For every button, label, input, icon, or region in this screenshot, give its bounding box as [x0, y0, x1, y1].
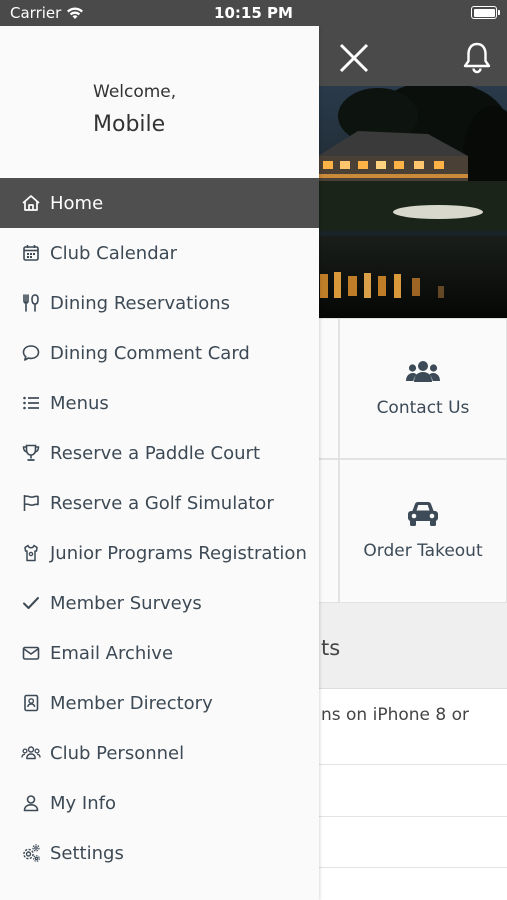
battery-icon — [471, 6, 500, 19]
close-menu-button[interactable] — [336, 40, 372, 76]
envelope-icon — [20, 642, 42, 664]
list-icon — [20, 392, 42, 414]
menu-item-email-archive[interactable]: Email Archive — [0, 628, 319, 678]
news-row[interactable] — [318, 817, 507, 868]
menu-item-label: Dining Reservations — [50, 292, 230, 314]
menu-item-label: Reserve a Paddle Court — [50, 442, 260, 464]
utensils-icon — [20, 292, 42, 314]
car-icon — [408, 502, 438, 526]
menu-item-member-surveys[interactable]: Member Surveys — [0, 578, 319, 628]
menu-item-settings[interactable]: Settings — [0, 828, 319, 878]
welcome-label: Welcome, — [93, 82, 177, 102]
menu-item-my-info[interactable]: My Info — [0, 778, 319, 828]
news-row[interactable] — [318, 765, 507, 817]
order-takeout-label: Order Takeout — [363, 541, 483, 561]
menu-item-label: Junior Programs Registration — [50, 542, 307, 564]
menu-item-member-directory[interactable]: Member Directory — [0, 678, 319, 728]
contact-us-label: Contact Us — [376, 397, 470, 418]
comment-icon — [20, 342, 42, 364]
trophy-icon — [20, 442, 42, 464]
menu-item-label: Menus — [50, 392, 109, 414]
menu-item-home[interactable]: Home — [0, 178, 319, 228]
menu-item-junior-programs-registration[interactable]: Junior Programs Registration — [0, 528, 319, 578]
menu-item-label: My Info — [50, 792, 116, 814]
menu-item-label: Reserve a Golf Simulator — [50, 492, 274, 514]
calendar-icon — [20, 242, 42, 264]
menu-item-label: Home — [50, 192, 104, 214]
menu-item-reserve-golf-simulator[interactable]: Reserve a Golf Simulator — [0, 478, 319, 528]
menu-item-label: Member Surveys — [50, 592, 202, 614]
menu-item-club-calendar[interactable]: Club Calendar — [0, 228, 319, 278]
tile-left-top — [318, 318, 339, 459]
news-row-text: ns on iPhone 8 or — [321, 705, 470, 725]
menu-item-label: Club Calendar — [50, 242, 178, 264]
flag-icon — [20, 492, 42, 514]
user-name: Mobile — [93, 112, 166, 137]
check-icon — [20, 592, 42, 614]
notifications-button[interactable] — [460, 40, 494, 74]
contact-us-tile[interactable]: Contact Us — [339, 318, 507, 459]
status-bar: Carrier 10:15 PM — [0, 0, 507, 26]
menu-item-reserve-paddle-court[interactable]: Reserve a Paddle Court — [0, 428, 319, 478]
address-book-icon — [20, 692, 42, 714]
users-icon — [20, 742, 42, 764]
drawer-menu: Home Club Calendar Dining Reservations D… — [0, 178, 319, 878]
menu-item-label: Settings — [50, 842, 124, 864]
gears-icon — [20, 842, 42, 864]
bell-icon — [463, 42, 491, 74]
menu-item-menus[interactable]: Menus — [0, 378, 319, 428]
order-takeout-tile[interactable]: Order Takeout — [339, 459, 507, 603]
tile-left-bottom — [318, 459, 339, 603]
menu-item-label: Email Archive — [50, 642, 174, 664]
section-heading: ts — [318, 603, 507, 689]
close-icon — [339, 43, 369, 73]
user-icon — [20, 792, 42, 814]
menu-item-label: Club Personnel — [50, 742, 185, 764]
menu-item-club-personnel[interactable]: Club Personnel — [0, 728, 319, 778]
menu-item-dining-reservations[interactable]: Dining Reservations — [0, 278, 319, 328]
users-icon — [406, 360, 440, 382]
status-time: 10:15 PM — [214, 4, 293, 22]
section-heading-text: ts — [321, 636, 341, 660]
news-row[interactable]: ns on iPhone 8 or — [318, 689, 507, 765]
navigation-drawer: Welcome, Mobile Home Club Calendar Dinin… — [0, 26, 319, 900]
menu-item-label: Member Directory — [50, 692, 213, 714]
menu-item-label: Dining Comment Card — [50, 342, 250, 364]
shirt-icon — [20, 542, 42, 564]
hero-image — [318, 86, 507, 318]
menu-item-dining-comment-card[interactable]: Dining Comment Card — [0, 328, 319, 378]
home-icon — [20, 192, 42, 214]
